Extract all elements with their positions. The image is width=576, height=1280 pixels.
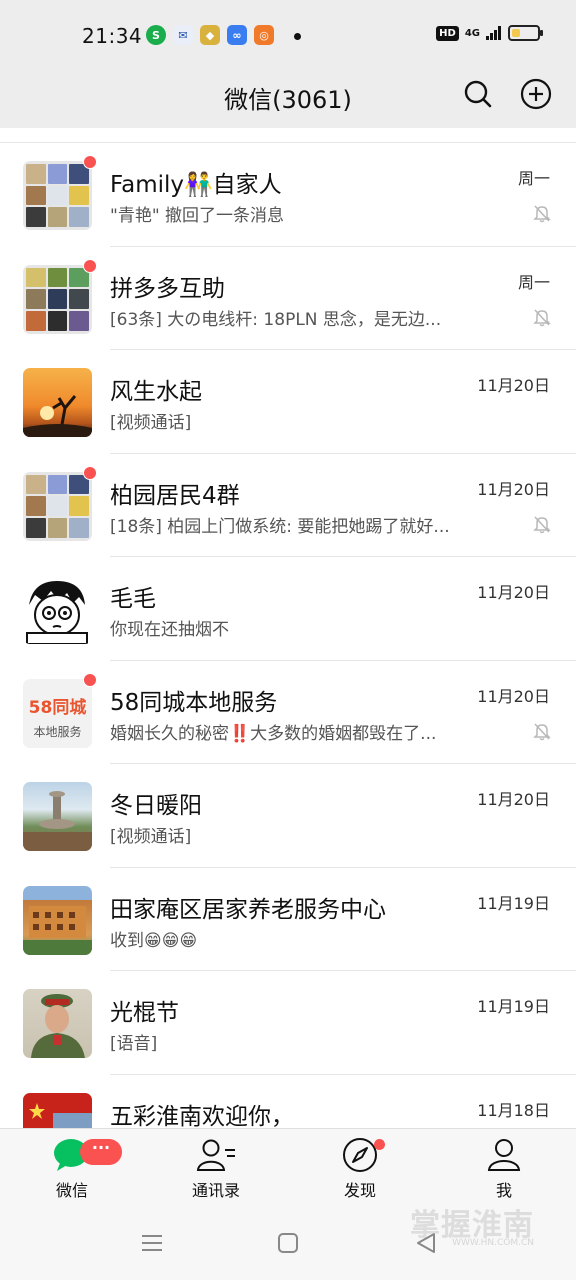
- watermark-subtext: WWW.HN.COM.CN: [452, 1238, 534, 1248]
- chat-list[interactable]: Family👫自家人 周一 "青艳" 撤回了一条消息 拼多多互助 周一 [63条] 大の电…: [0, 128, 576, 1128]
- chat-preview: [63条] 大の电线杆: 18PLN 思念，是无边...: [110, 309, 442, 330]
- avatar: [23, 368, 92, 437]
- chat-list-item[interactable]: 光棍节 11月19日 [语音]: [0, 971, 576, 1075]
- chat-preview: [语音]: [110, 1034, 158, 1054]
- unread-badge: ···: [80, 1139, 122, 1165]
- tab-chats-label: 微信: [55, 1181, 88, 1200]
- bottom-tab-bar: 微信 ··· 通讯录 发现 我: [0, 1128, 576, 1206]
- more-notifications-dot-icon: [294, 33, 301, 40]
- app-notification-icon: ∞: [227, 25, 247, 45]
- avatar: [23, 782, 92, 851]
- tab-contacts[interactable]: 通讯录: [166, 1135, 266, 1201]
- app-notification-icon: ◎: [254, 25, 274, 45]
- avatar: [23, 989, 92, 1058]
- status-time: 21:34: [82, 24, 143, 48]
- chat-timestamp: 11月19日: [477, 997, 550, 1016]
- mute-bell-icon: [533, 308, 551, 326]
- tab-me-label: 我: [495, 1181, 512, 1200]
- chat-preview: [18条] 柏园上门做系统: 要能把她踢了就好...: [110, 516, 450, 537]
- status-bar: 21:34 S ✉ ◆ ∞ ◎ HD 4G: [0, 0, 576, 72]
- tab-contacts-label: 通讯录: [191, 1181, 240, 1200]
- chat-timestamp: 周一: [517, 169, 550, 188]
- chat-name: 五彩淮南欢迎你，: [110, 1103, 294, 1129]
- person-icon: [482, 1135, 526, 1175]
- chat-list-item[interactable]: 田家庵区居家养老服务中心 11月19日收到😁😁😁: [0, 868, 576, 971]
- avatar: [23, 264, 92, 334]
- signal-icon: [486, 26, 501, 40]
- hd-icon: HD: [436, 25, 459, 41]
- chat-list-item[interactable]: 58同城 本地服务 58同城本地服务 11月20日 婚姻长久的秘密‼️大多数的婚姻都毁在…: [0, 661, 576, 764]
- chat-name: 风生水起: [110, 379, 202, 405]
- chat-name: 毛毛: [110, 586, 156, 612]
- mute-bell-icon: [533, 515, 551, 533]
- avatar-58-line1: 58同城: [28, 697, 87, 718]
- chat-preview: 婚姻长久的秘密‼️大多数的婚姻都毁在了...: [110, 723, 437, 744]
- app-notification-icon: ✉: [173, 25, 193, 45]
- chat-list-item[interactable]: 柏园居民4群 11月20日 [18条] 柏园上门做系统: 要能把她踢了就好...: [0, 454, 576, 557]
- search-icon: [464, 80, 492, 108]
- chat-timestamp: 11月20日: [477, 790, 550, 809]
- chat-name: 田家庵区居家养老服务中心: [110, 896, 386, 923]
- tab-me[interactable]: 我: [454, 1135, 554, 1201]
- chat-name: Family👫自家人: [110, 172, 282, 198]
- avatar: [23, 575, 92, 644]
- tab-discover[interactable]: 发现: [310, 1135, 410, 1201]
- mute-bell-icon: [533, 205, 551, 223]
- avatar: [23, 471, 92, 541]
- chat-list-item[interactable]: Family👫自家人 周一 "青艳" 撤回了一条消息: [0, 143, 576, 247]
- chat-timestamp: 11月20日: [477, 686, 550, 706]
- contacts-icon: [194, 1135, 238, 1175]
- top-bar: 微信(3061): [0, 72, 576, 128]
- chat-preview: 收到😁😁😁: [110, 930, 198, 951]
- avatar: [23, 885, 92, 955]
- search-button[interactable]: [460, 76, 496, 112]
- chat-timestamp: 11月20日: [477, 376, 550, 395]
- chat-name: 冬日暖阳: [110, 793, 202, 819]
- chat-timestamp: 11月20日: [477, 479, 550, 499]
- mute-bell-icon: [533, 722, 551, 740]
- chat-name: 58同城本地服务: [110, 689, 278, 716]
- status-right-cluster: HD 4G: [436, 25, 543, 41]
- plus-circle-icon: [520, 78, 552, 110]
- status-notification-icons: S ✉ ◆ ∞ ◎: [146, 25, 274, 45]
- app-notification-icon: S: [146, 25, 166, 45]
- chat-list-item[interactable]: 风生水起 11月20日 [视频通话]: [0, 350, 576, 454]
- network-type: 4G: [464, 27, 480, 39]
- chat-preview: [视频通话]: [110, 827, 192, 847]
- unread-dot: [83, 155, 97, 169]
- avatar: [23, 1092, 92, 1128]
- chat-name: 柏园居民4群: [110, 482, 240, 509]
- add-button[interactable]: [518, 76, 554, 112]
- battery-icon: [508, 25, 543, 41]
- avatar: 58同城本地服务: [23, 678, 92, 748]
- chat-preview: "青艳" 撤回了一条消息: [110, 206, 285, 226]
- chat-preview: 你现在还抽烟不: [110, 620, 229, 640]
- chat-preview: [视频通话]: [110, 413, 192, 433]
- avatar-58-line2: 本地服务: [33, 724, 82, 739]
- chat-timestamp: 11月19日: [477, 893, 550, 913]
- chat-name: 光棍节: [110, 1000, 179, 1026]
- home-icon[interactable]: [276, 1231, 300, 1255]
- chat-list-item[interactable]: 冬日暖阳 11月20日 [视频通话]: [0, 764, 576, 868]
- unread-dot: [83, 465, 97, 480]
- tab-discover-label: 发现: [343, 1181, 376, 1200]
- chat-list-item[interactable]: 毛毛 11月20日你现在还抽烟不: [0, 557, 576, 661]
- avatar: [23, 161, 92, 230]
- app-notification-icon: ◆: [200, 25, 220, 45]
- unread-dot: [83, 672, 97, 687]
- discover-badge-dot: [374, 1139, 385, 1150]
- chat-list-item[interactable]: 五彩淮南欢迎你， 11月18日: [0, 1075, 576, 1129]
- chat-timestamp: 11月18日: [477, 1100, 550, 1120]
- menu-icon[interactable]: [140, 1231, 164, 1255]
- chat-timestamp: 11月20日: [477, 583, 550, 602]
- chat-name: 拼多多互助: [110, 275, 225, 302]
- chat-list-item[interactable]: 拼多多互助 周一 [63条] 大の电线杆: 18PLN 思念，是无边...: [0, 247, 576, 350]
- unread-dot: [83, 258, 97, 273]
- chat-timestamp: 周一: [517, 272, 550, 292]
